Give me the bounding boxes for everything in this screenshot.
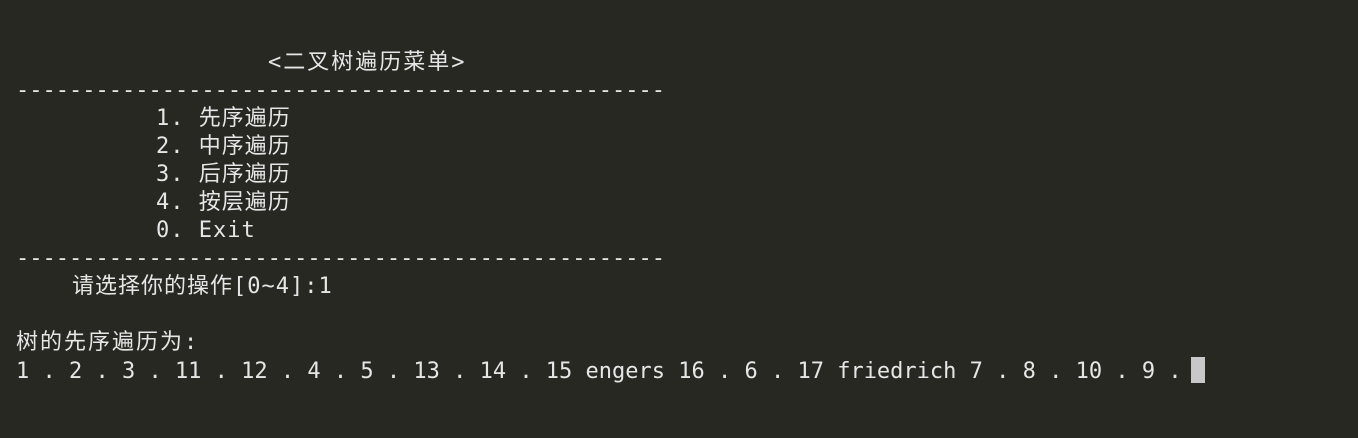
terminal-cursor[interactable]: [1190, 357, 1205, 383]
menu-bottom-divider: ----------------------------------------…: [16, 246, 666, 271]
terminal-output[interactable]: <二叉树遍历菜单> ------------------------------…: [16, 49, 1358, 438]
menu-item-preorder: 1. 先序遍历: [156, 106, 291, 131]
result-label: 树的先序遍历为:: [16, 330, 200, 355]
menu-item-postorder: 3. 后序遍历: [156, 162, 291, 187]
menu-top-divider: ----------------------------------------…: [16, 78, 666, 103]
prompt-line: 请选择你的操作[0~4]:1: [16, 273, 1358, 301]
result-output: 1 . 2 . 3 . 11 . 12 . 4 . 5 . 13 . 14 . …: [16, 359, 1182, 384]
menu-item-inorder: 2. 中序遍历: [156, 134, 291, 159]
menu-title: <二叉树遍历菜单>: [268, 50, 467, 75]
menu-item-exit: 0. Exit: [156, 218, 256, 243]
result-line: 1 . 2 . 3 . 11 . 12 . 4 . 5 . 13 . 14 . …: [16, 357, 1358, 385]
prompt-text: 请选择你的操作[0~4]:: [72, 274, 319, 299]
prompt-input: 1: [318, 274, 333, 299]
menu-item-levelorder: 4. 按层遍历: [156, 190, 291, 215]
